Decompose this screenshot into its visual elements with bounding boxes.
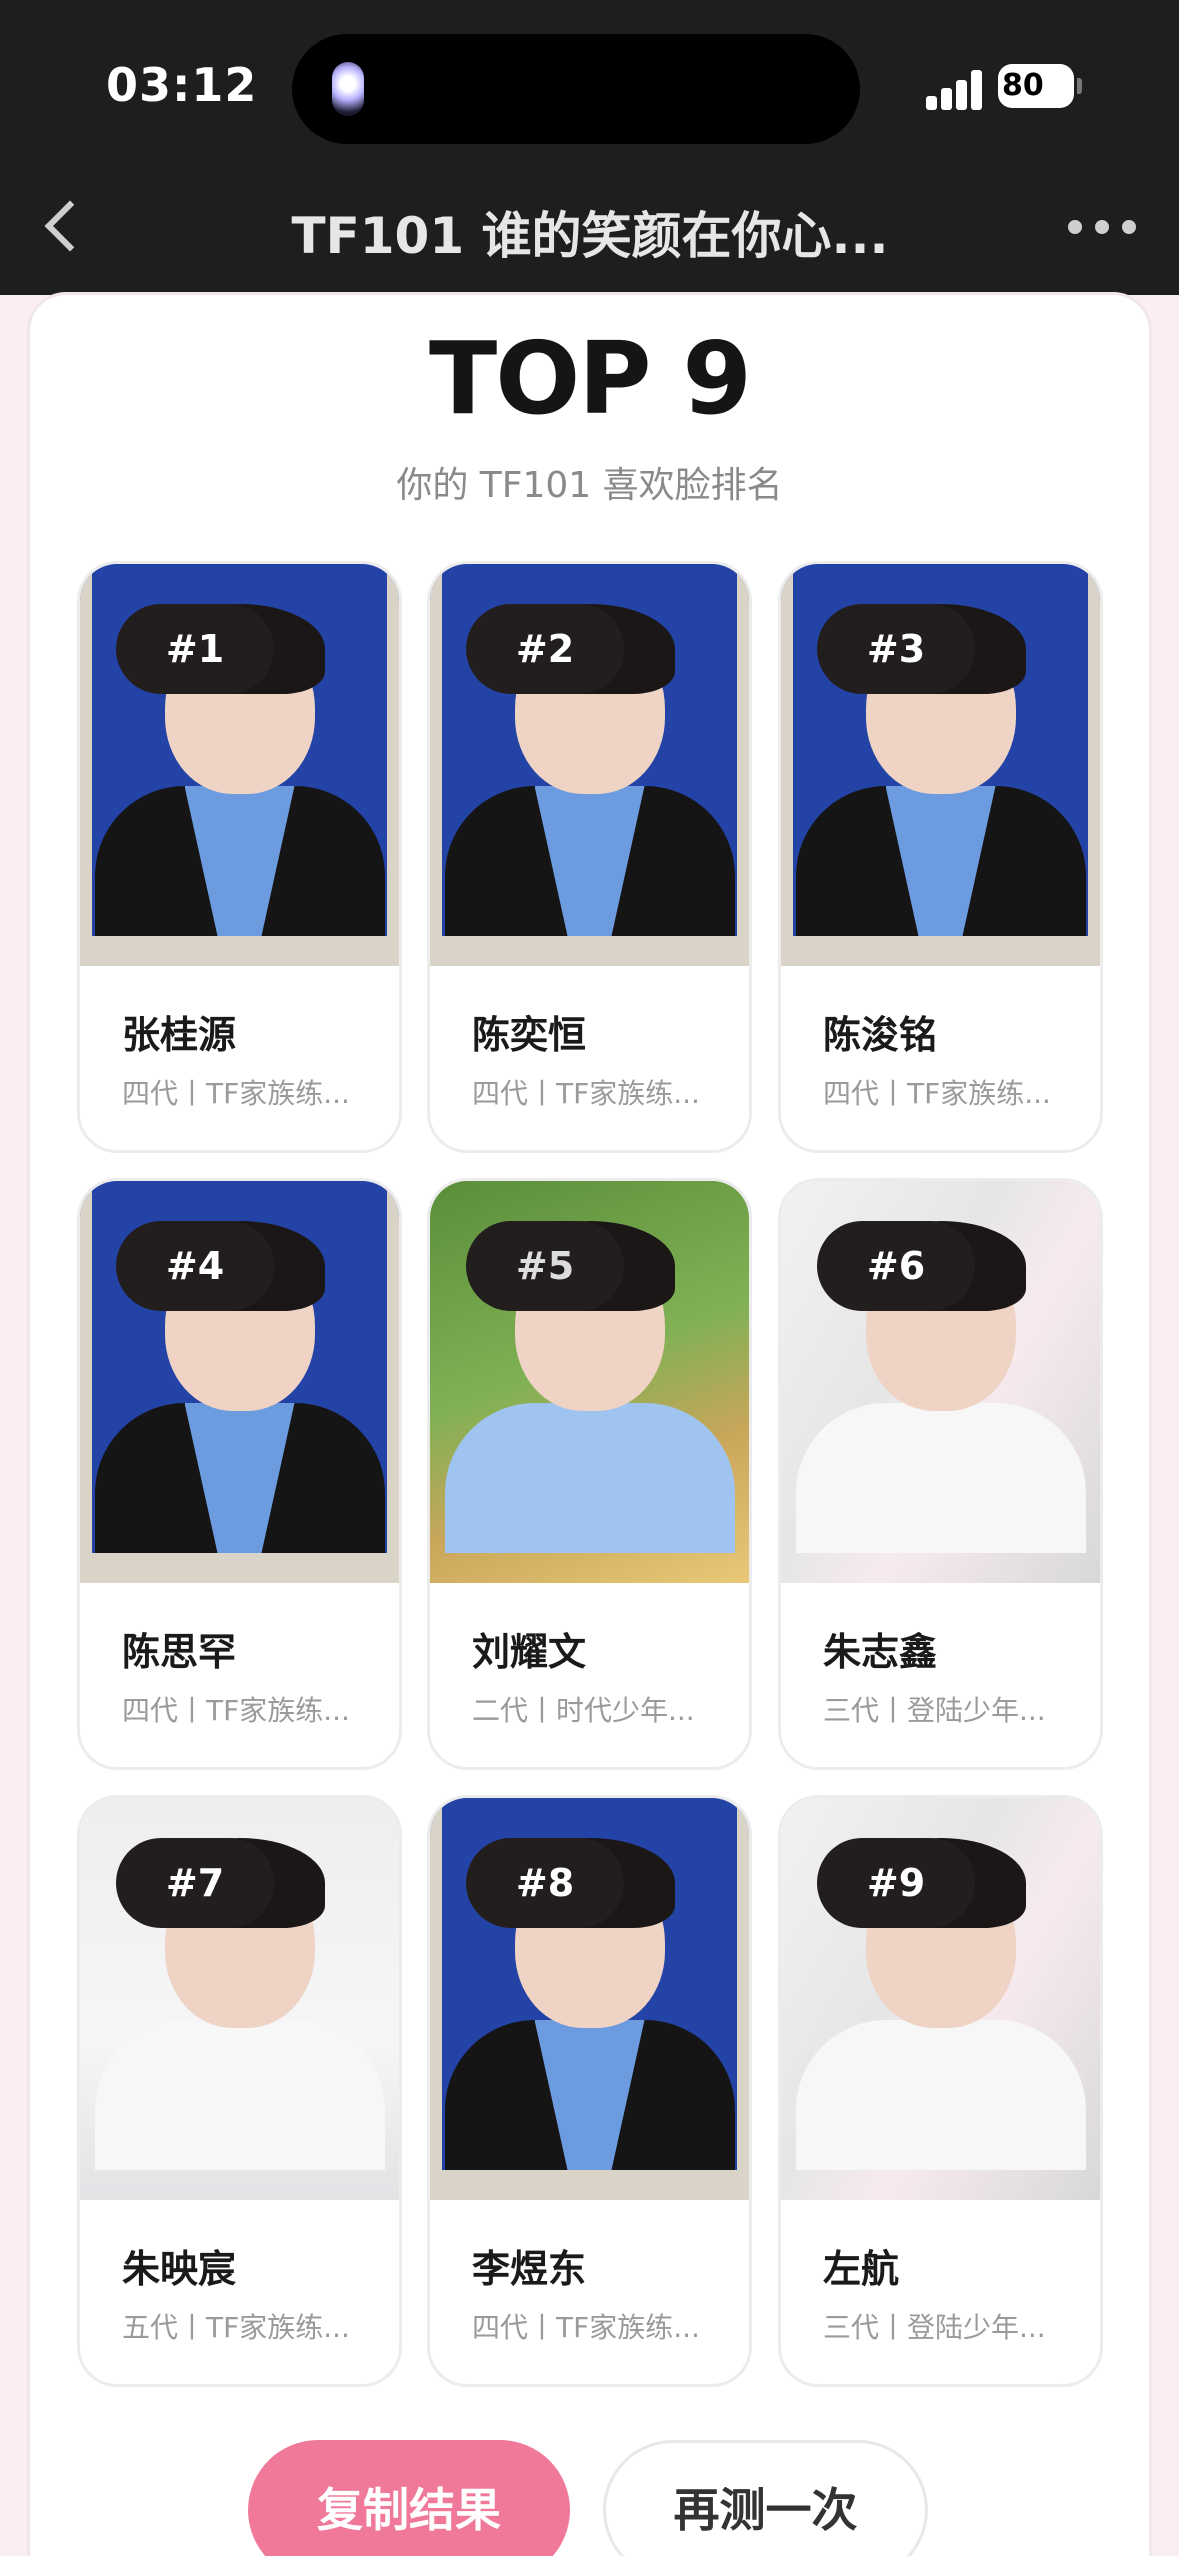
result-card[interactable]: #4 陈思罕 四代丨TF家族练... <box>77 1178 402 1770</box>
rank-badge: #7 <box>116 1838 274 1928</box>
rank-badge: #2 <box>466 604 624 694</box>
member-name: 李煜东 <box>472 2247 587 2291</box>
member-desc: 四代丨TF家族练... <box>472 1077 700 1110</box>
result-card[interactable]: #1 张桂源 四代丨TF家族练... <box>77 561 402 1153</box>
battery-level: 80 <box>1002 68 1044 103</box>
member-desc: 三代丨登陆少年... <box>823 2311 1046 2344</box>
more-menu-button[interactable] <box>1064 214 1140 238</box>
result-card[interactable]: #2 陈奕恒 四代丨TF家族练... <box>427 561 752 1153</box>
rank-badge: #5 <box>466 1221 624 1311</box>
signal-icon <box>926 70 984 110</box>
result-card[interactable]: #6 朱志鑫 三代丨登陆少年... <box>778 1178 1103 1770</box>
battery-icon: 80 <box>998 64 1082 108</box>
chevron-left-icon <box>44 200 96 252</box>
rank-badge: #9 <box>817 1838 975 1928</box>
result-title: TOP 9 <box>429 320 752 437</box>
result-subtitle: 你的 TF101 喜欢脸排名 <box>396 465 783 506</box>
member-name: 朱志鑫 <box>823 1630 938 1674</box>
member-name: 左航 <box>823 2247 900 2291</box>
rank-badge: #8 <box>466 1838 624 1928</box>
member-name: 陈奕恒 <box>472 1013 587 1057</box>
page-title: TF101 谁的笑颜在你心... <box>291 207 889 265</box>
member-desc: 二代丨时代少年... <box>472 1694 695 1727</box>
result-card[interactable]: #3 陈浚铭 四代丨TF家族练... <box>778 561 1103 1153</box>
result-card[interactable]: #9 左航 三代丨登陆少年... <box>778 1795 1103 2387</box>
member-name: 陈思罕 <box>122 1630 237 1674</box>
member-desc: 四代丨TF家族练... <box>122 1694 350 1727</box>
dynamic-island <box>292 34 860 144</box>
member-desc: 五代丨TF家族练... <box>122 2311 350 2344</box>
member-desc: 三代丨登陆少年... <box>823 1694 1046 1727</box>
rank-badge: #4 <box>116 1221 274 1311</box>
copy-result-button[interactable]: 复制结果 <box>248 2440 570 2556</box>
flashlight-icon <box>332 62 364 116</box>
top-bar: 03:12 80 TF101 谁的笑颜在你心... <box>0 0 1179 295</box>
back-button[interactable] <box>36 196 96 260</box>
member-name: 陈浚铭 <box>823 1013 938 1057</box>
retry-button[interactable]: 再测一次 <box>603 2440 928 2556</box>
rank-badge: #6 <box>817 1221 975 1311</box>
member-desc: 四代丨TF家族练... <box>472 2311 700 2344</box>
rank-badge: #1 <box>116 604 274 694</box>
status-time: 03:12 <box>106 58 258 112</box>
member-name: 刘耀文 <box>472 1630 587 1674</box>
rank-badge: #3 <box>817 604 975 694</box>
result-card[interactable]: #7 朱映宸 五代丨TF家族练... <box>77 1795 402 2387</box>
result-card[interactable]: #8 李煜东 四代丨TF家族练... <box>427 1795 752 2387</box>
member-name: 朱映宸 <box>122 2247 237 2291</box>
result-card[interactable]: #5 刘耀文 二代丨时代少年... <box>427 1178 752 1770</box>
member-desc: 四代丨TF家族练... <box>823 1077 1051 1110</box>
member-name: 张桂源 <box>122 1013 237 1057</box>
member-desc: 四代丨TF家族练... <box>122 1077 350 1110</box>
